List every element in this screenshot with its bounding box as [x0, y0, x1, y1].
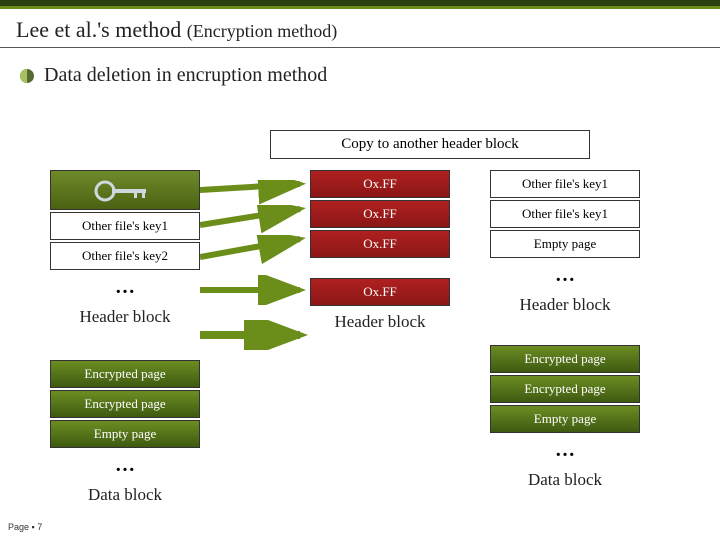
cell-oxff: Ox.FF	[310, 278, 450, 306]
dots: …	[50, 272, 200, 303]
label-header-block: Header block	[50, 303, 200, 331]
bullet-icon	[20, 69, 34, 83]
cell-encrypted: Encrypted page	[490, 375, 640, 403]
key-icon	[90, 176, 160, 206]
label-header-block: Header block	[310, 308, 450, 336]
col-data-right: Encrypted page Encrypted page Empty page…	[490, 345, 640, 494]
label-data-block: Data block	[50, 481, 200, 509]
cell-oxff: Ox.FF	[310, 170, 450, 198]
page-number: Page ▪ 7	[8, 522, 42, 532]
cell-other-key: Other file's key1	[490, 200, 640, 228]
cell-oxff: Ox.FF	[310, 230, 450, 258]
arrow-icon	[200, 235, 310, 265]
col-header-mid: Ox.FF Ox.FF Ox.FF Ox.FF Header block	[310, 170, 450, 336]
cell-empty: Empty page	[490, 230, 640, 258]
copy-label-box: Copy to another header block	[270, 130, 590, 159]
dots: …	[490, 260, 640, 291]
cell-empty: Empty page	[50, 420, 200, 448]
cell-encrypted: Encrypted page	[50, 360, 200, 388]
title-sub: (Encryption method)	[187, 21, 337, 41]
dots: …	[490, 435, 640, 466]
col-header-left: Other file's key1 Other file's key2 … He…	[50, 170, 200, 331]
title-underline	[0, 47, 720, 48]
title-main: Lee et al.'s method	[16, 17, 181, 42]
col-header-right: Other file's key1 Other file's key1 Empt…	[490, 170, 640, 319]
arrow-icon	[200, 275, 310, 305]
cell-encrypted: Encrypted page	[490, 345, 640, 373]
slide-title: Lee et al.'s method (Encryption method)	[0, 9, 720, 47]
cell-key2: Other file's key2	[50, 242, 200, 270]
bullet-row: Data deletion in encruption method	[0, 58, 720, 93]
key-icon-cell	[50, 170, 200, 210]
cell-other-key: Other file's key1	[490, 170, 640, 198]
col-data-left: Encrypted page Encrypted page Empty page…	[50, 360, 200, 509]
arrow-icon	[200, 205, 310, 235]
label-data-block: Data block	[490, 466, 640, 494]
cell-key1: Other file's key1	[50, 212, 200, 240]
label-header-block: Header block	[490, 291, 640, 319]
cell-oxff: Ox.FF	[310, 200, 450, 228]
cell-encrypted: Encrypted page	[50, 390, 200, 418]
bullet-text: Data deletion in encruption method	[44, 64, 327, 87]
arrow-icon	[200, 320, 310, 350]
cell-empty: Empty page	[490, 405, 640, 433]
dots: …	[50, 450, 200, 481]
